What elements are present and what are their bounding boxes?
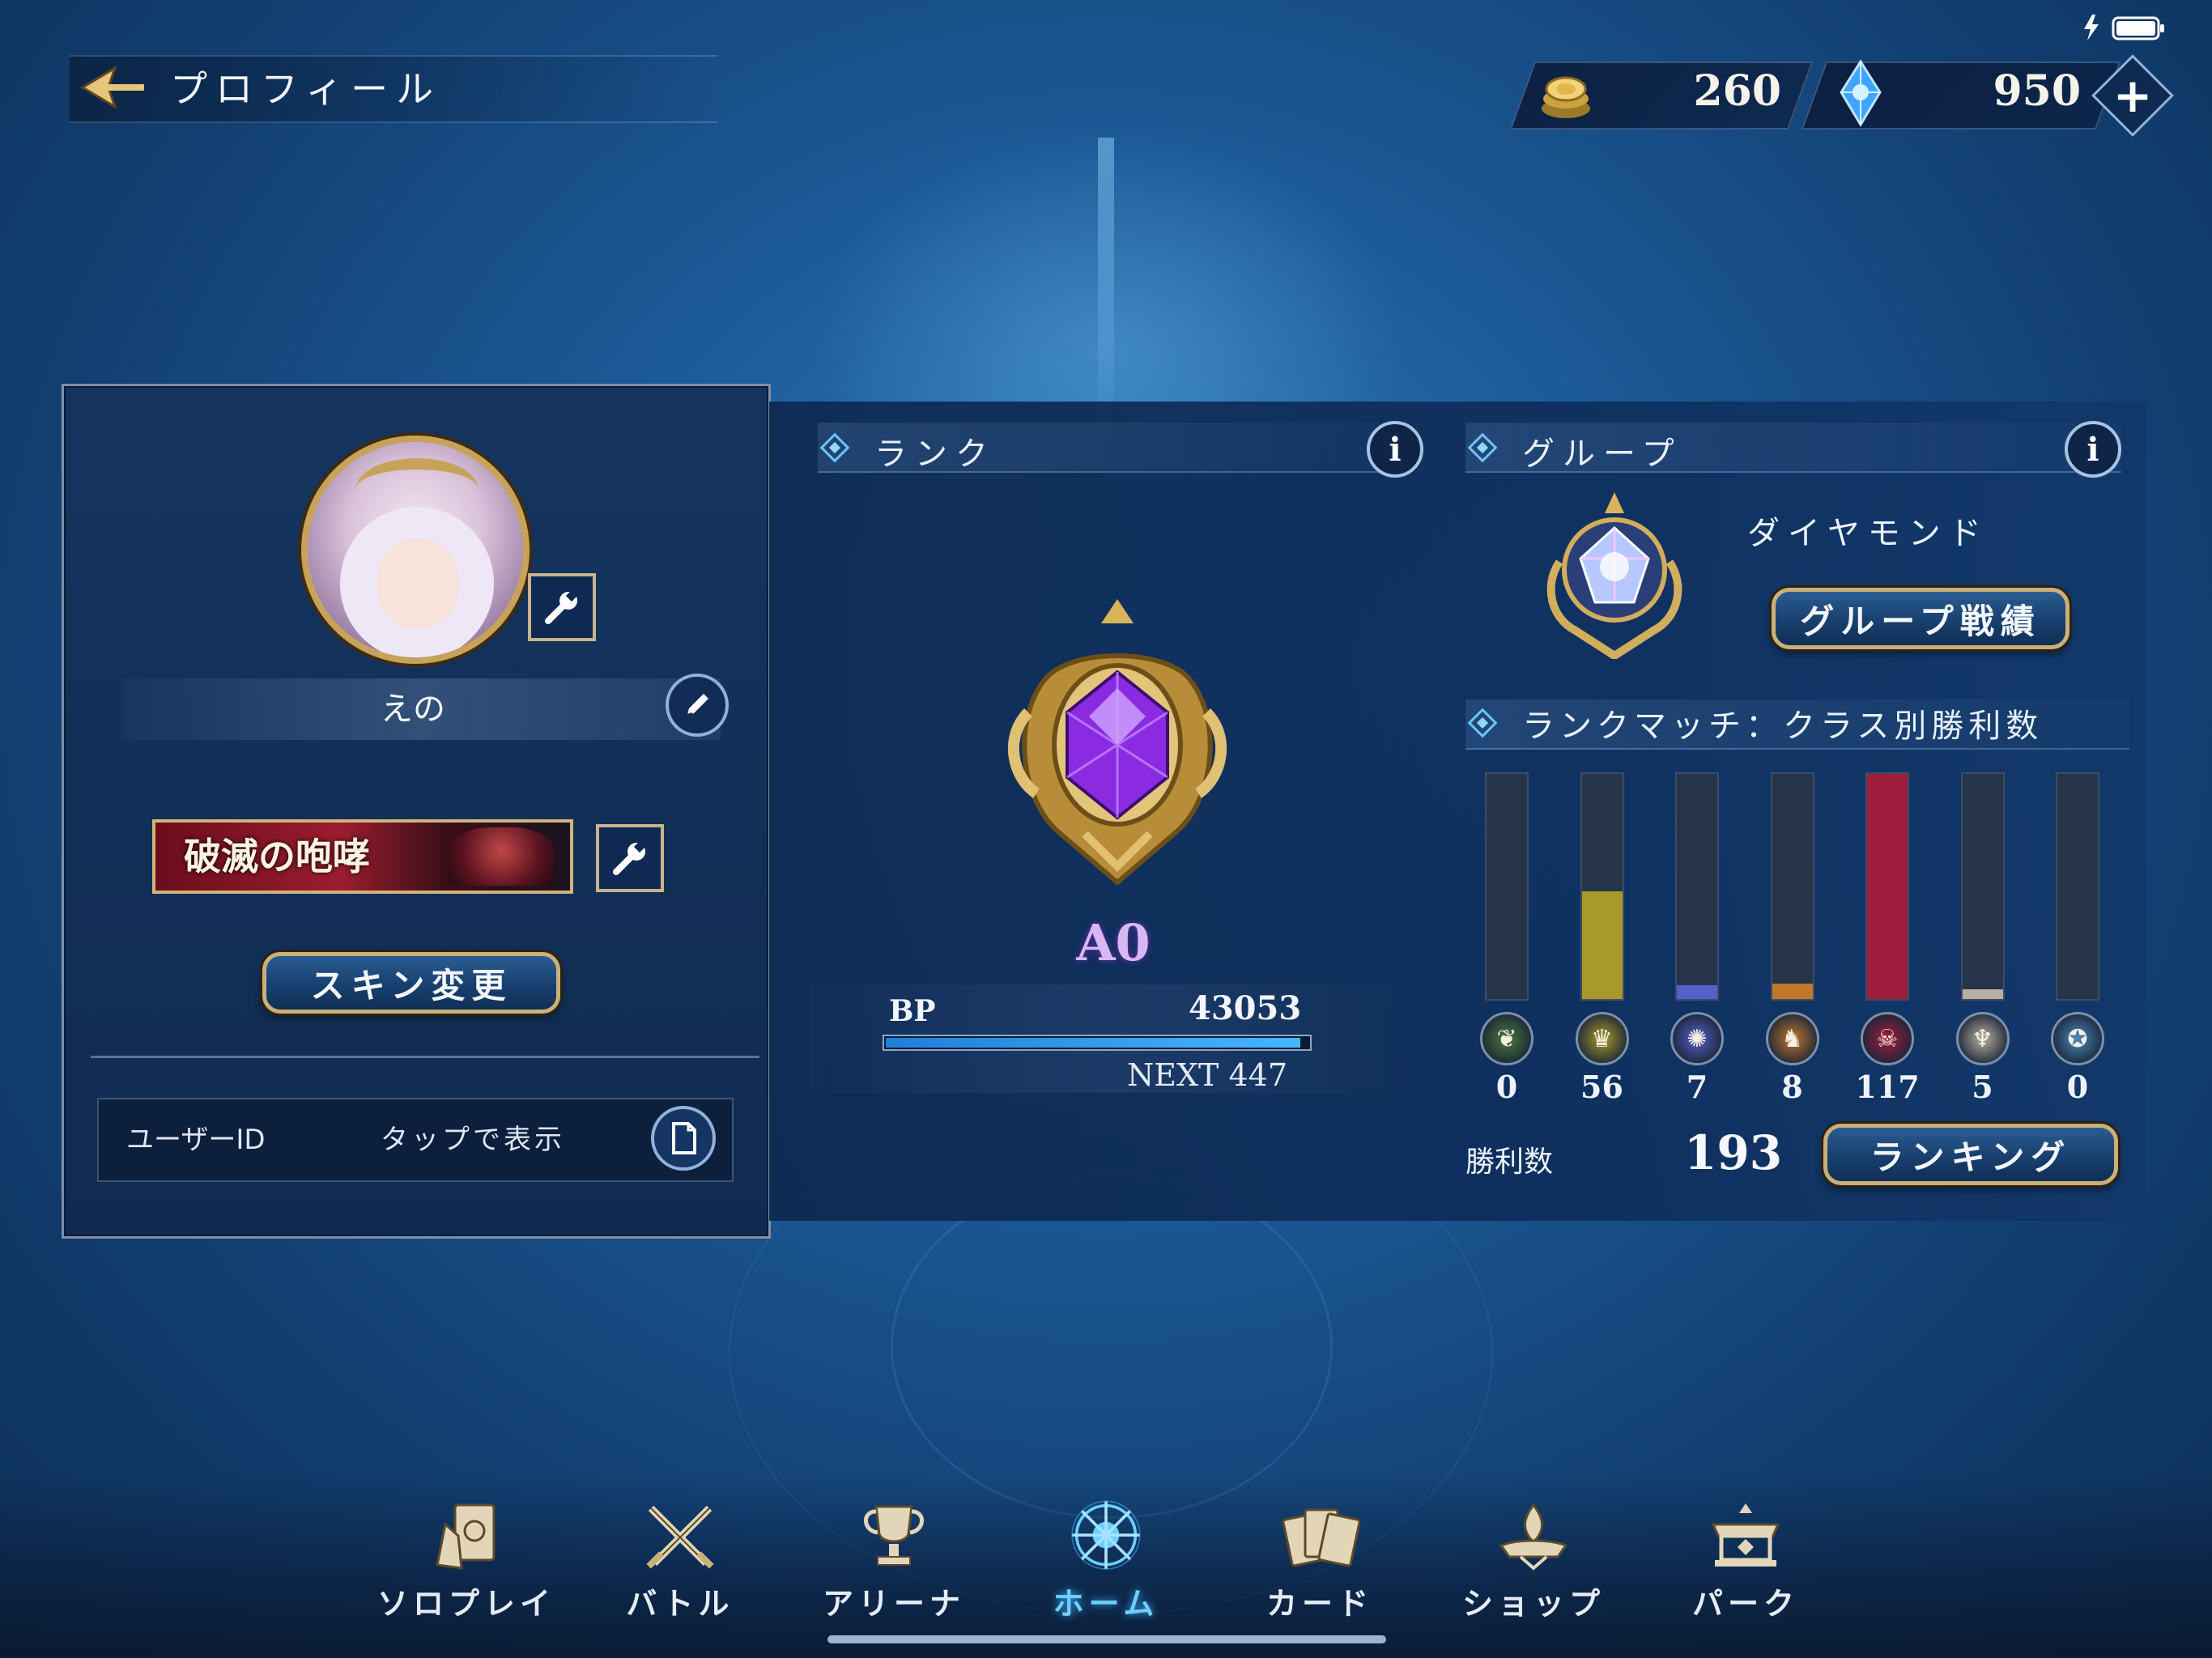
back-arrow-icon [80,65,144,110]
leaf-icon: ❦ [1480,1012,1534,1065]
nav-home[interactable]: ホーム [1017,1498,1195,1627]
cards-icon [1279,1498,1360,1575]
crown-icon: ♛ [1575,1012,1629,1065]
wrench-icon [545,589,578,624]
nav-battle[interactable]: バトル [591,1498,769,1627]
nav-label: ホーム [1053,1586,1159,1622]
group-section-title: グループ [1522,436,1682,473]
group-name: ダイヤモンド [1747,515,1989,552]
park-icon [1705,1498,1786,1575]
solo-play-icon [426,1498,507,1575]
nav-label: ショップ [1461,1586,1605,1622]
class-win-count: 0 [1495,1069,1518,1105]
class-win-bar [1580,772,1624,1001]
gold-coin-icon [1535,66,1600,126]
bat-wing-icon: ♆ [1955,1012,2010,1065]
skull-icon: ☠ [1861,1012,1914,1065]
class-win-bar [1770,772,1814,1001]
shop-icon [1493,1498,1574,1575]
profile-divider [91,1056,759,1058]
class-win-bar [1960,772,2005,1001]
nav-shop[interactable]: ショップ [1444,1498,1623,1627]
rank-name: A0 [1076,913,1151,972]
player-title: 破滅の咆哮 [184,835,370,878]
class-win-bar [1865,772,1909,1001]
nav-label: アリーナ [822,1586,965,1622]
class-win-count: 8 [1781,1069,1803,1105]
user-id-reveal[interactable]: タップで表示 [381,1117,565,1157]
class-win-count: 0 [2066,1069,2089,1105]
ranking-button[interactable]: ランキング [1823,1124,2118,1185]
nav-cards[interactable]: カード [1231,1498,1409,1627]
class-win-bar-fill [1962,989,2003,999]
background-ring-inner [891,1174,1333,1519]
page-title: プロフィール [170,67,442,111]
bp-next: NEXT 447 [1127,1057,1287,1093]
class-win-bar-fill [1867,774,1908,999]
nav-park[interactable]: パーク [1657,1498,1835,1627]
user-id-label: ユーザーID [126,1124,266,1156]
class-win-count: 5 [1972,1069,1993,1105]
dragon-icon: ♞ [1765,1012,1819,1065]
nav-label: パーク [1691,1586,1799,1622]
class-win-bar [2056,772,2099,1001]
bp-progress-bar [883,1035,1312,1051]
class-win-bar-fill [1772,984,1813,999]
plus-icon: + [2112,68,2153,123]
rune-circle-icon: ✺ [1670,1012,1724,1065]
rank-emblem-icon [1007,599,1227,886]
copy-user-id-button[interactable] [651,1106,716,1171]
edit-avatar-button[interactable] [528,573,596,641]
edit-name-button[interactable] [666,674,729,737]
nav-solo-play[interactable]: ソロプレイ [377,1498,555,1627]
back-button[interactable] [70,55,159,120]
copy-document-icon [672,1122,696,1154]
nav-arena[interactable]: アリーナ [805,1498,983,1627]
rank-section-title: ランク [874,436,996,473]
bp-label: BP [889,994,936,1028]
class-win-count: 7 [1686,1069,1708,1105]
class-win-bar [1485,772,1529,1001]
charging-bolt-icon [2084,15,2099,40]
total-wins-label: 勝利数 [1465,1146,1554,1179]
bp-value: 43053 [1189,989,1302,1027]
home-crest-icon [1066,1498,1146,1575]
nav-label: バトル [626,1586,734,1622]
home-indicator[interactable] [827,1635,1386,1643]
class-wins-section-title: ランクマッチ：クラス別勝利数 [1522,708,2044,745]
coin-amount: 260 [1693,66,1781,116]
rank-info-button[interactable]: i [1367,421,1423,478]
blue-crystal-icon [1828,58,1893,131]
class-win-count: 117 [1855,1069,1920,1105]
swirl-icon: ✪ [2051,1012,2104,1065]
nav-label: ソロプレイ [377,1586,556,1622]
info-icon: i [2087,430,2099,469]
bp-progress-fill [886,1038,1300,1048]
class-win-count: 56 [1580,1069,1623,1105]
player-name: えの [381,691,445,728]
player-title-plate[interactable]: 破滅の咆哮 [152,819,573,894]
diamond-group-emblem-icon [1546,492,1682,659]
pencil-icon [687,694,708,716]
wrench-icon [613,840,646,875]
change-skin-button[interactable]: スキン変更 [262,952,560,1014]
total-wins-value: 193 [1684,1125,1783,1180]
group-results-button[interactable]: グループ戦績 [1772,588,2069,649]
crossed-swords-icon [640,1498,721,1575]
status-bar-icons [2078,11,2175,47]
edit-title-button[interactable] [596,824,664,892]
info-icon: i [1389,430,1402,469]
nav-label: カード [1266,1586,1373,1622]
background-spire [1098,138,1114,445]
class-win-bar-fill [1581,891,1623,999]
class-win-bar [1675,772,1719,1001]
crystal-amount: 950 [1993,66,2081,116]
player-avatar[interactable] [301,436,530,664]
trophy-icon [853,1498,934,1575]
group-info-button[interactable]: i [2065,421,2121,478]
class-win-bar-fill [1677,985,1717,999]
demon-portrait [449,827,554,886]
